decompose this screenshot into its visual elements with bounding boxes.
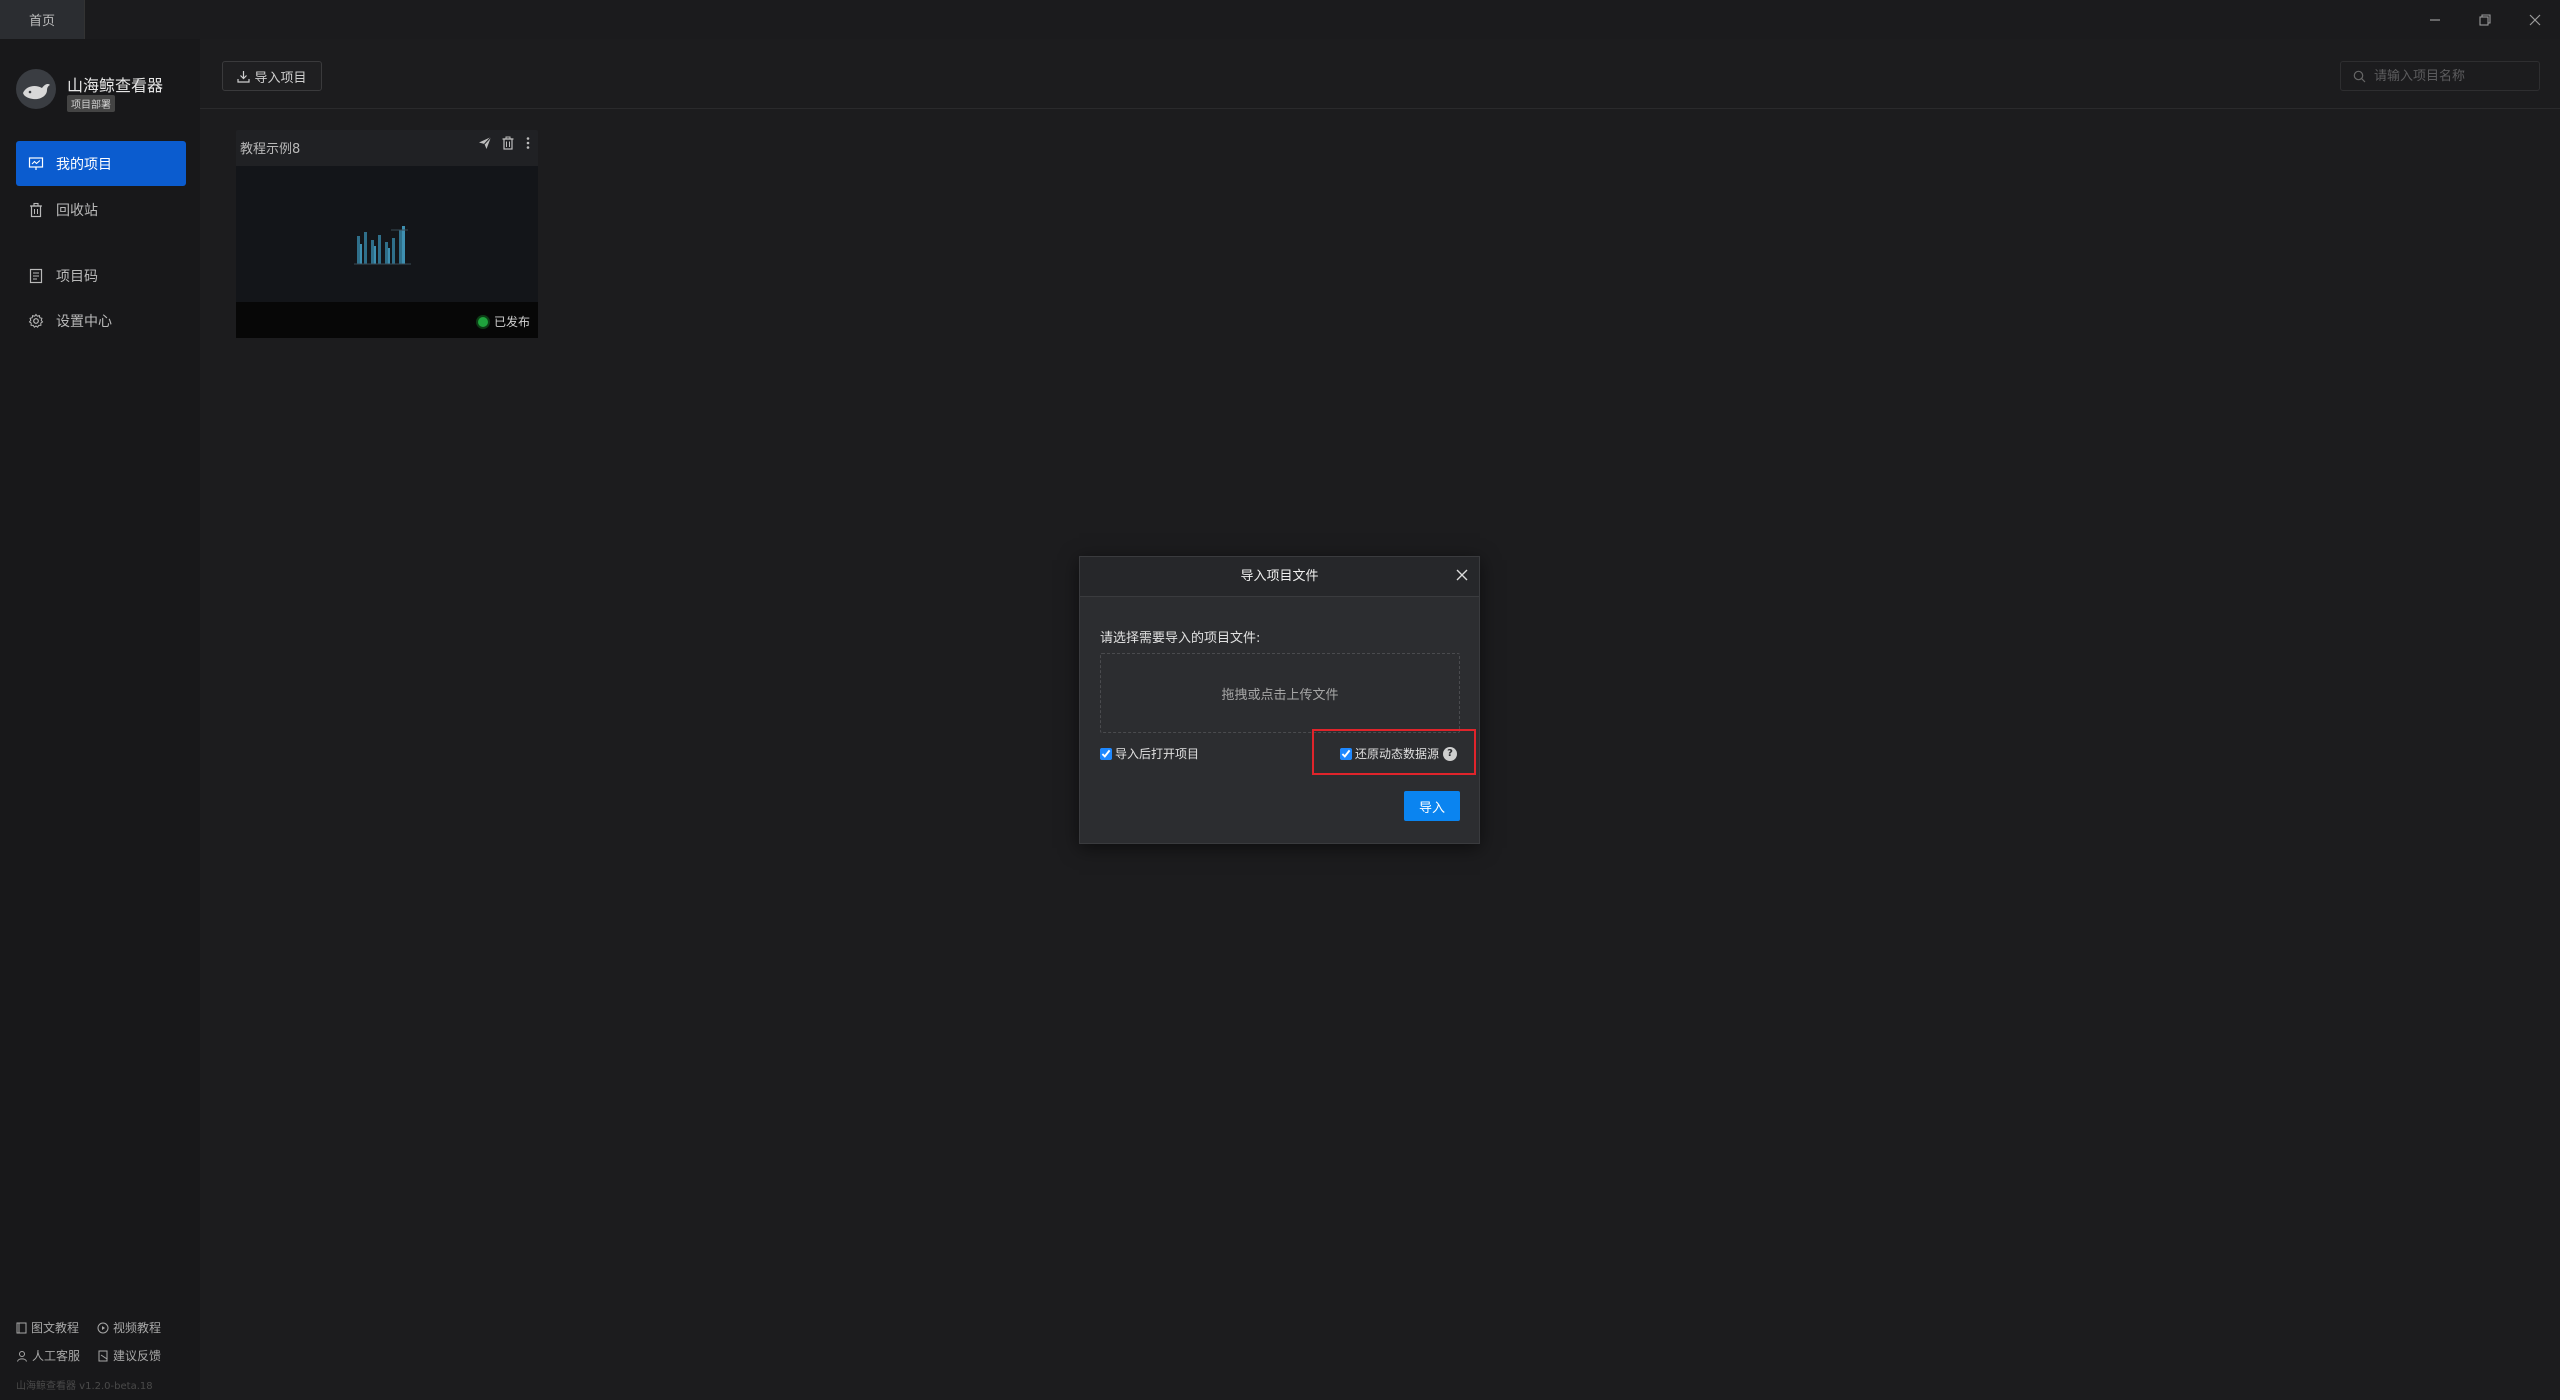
dialog-close-icon[interactable] — [1455, 568, 1469, 582]
file-dropzone[interactable]: 拖拽或点击上传文件 — [1100, 653, 1460, 733]
dropzone-text: 拖拽或点击上传文件 — [1221, 687, 1339, 703]
dialog-prompt: 请选择需要导入的项目文件: — [1100, 631, 1261, 646]
import-submit-button[interactable]: 导入 — [1404, 791, 1460, 821]
import-project-dialog: 导入项目文件 请选择需要导入的项目文件: 拖拽或点击上传文件 导入后打开项目 还… — [1079, 556, 1480, 844]
open-after-import-input[interactable] — [1100, 747, 1112, 760]
highlight-box — [1312, 729, 1476, 775]
dialog-header: 导入项目文件 — [1080, 557, 1479, 597]
open-after-import-label: 导入后打开项目 — [1115, 747, 1200, 761]
dialog-title: 导入项目文件 — [1240, 569, 1319, 584]
open-after-import-checkbox[interactable]: 导入后打开项目 — [1100, 745, 1199, 762]
